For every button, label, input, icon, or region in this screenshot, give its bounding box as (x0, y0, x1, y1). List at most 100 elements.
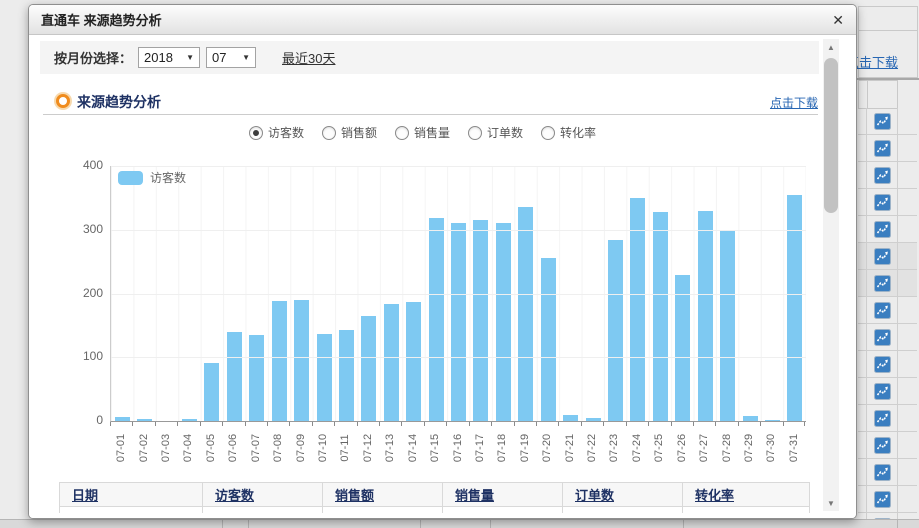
dialog-titlebar: 直通车 来源趋势分析 ✕ (29, 5, 856, 35)
radio-icon[interactable] (249, 126, 263, 140)
y-tick-label: 0 (69, 413, 103, 427)
metric-radio-3[interactable]: 订单数 (468, 124, 523, 141)
metric-radio-4[interactable]: 转化率 (541, 124, 596, 141)
x-axis-label: 07-14 (407, 434, 419, 462)
table-header-1[interactable]: 访客数 (203, 482, 323, 507)
y-tick-label: 300 (69, 222, 103, 236)
table-row (858, 297, 917, 324)
month-select[interactable]: 07 ▼ (206, 47, 256, 68)
orange-ring-icon (56, 94, 70, 108)
x-axis-label: 07-02 (138, 434, 150, 462)
trend-chart-icon[interactable] (866, 405, 898, 431)
close-icon[interactable]: ✕ (832, 13, 844, 27)
bar-07-26 (675, 275, 690, 421)
radio-icon[interactable] (395, 126, 409, 140)
metric-label: 转化率 (560, 124, 596, 141)
table-header-label: 销售量 (455, 488, 494, 503)
x-axis-label: 07-16 (452, 434, 464, 462)
bar-07-15 (429, 218, 444, 421)
metric-radio-2[interactable]: 销售量 (395, 124, 450, 141)
x-axis-label: 07-13 (384, 434, 396, 462)
bar-07-07 (249, 335, 264, 421)
table-header-3[interactable]: 销售量 (443, 482, 563, 507)
metric-radio-0[interactable]: 访客数 (249, 124, 304, 141)
bar-07-20 (541, 258, 556, 421)
trend-chart-icon[interactable] (866, 432, 898, 458)
trend-chart-icon[interactable] (866, 378, 898, 404)
x-axis-label: 07-17 (474, 434, 486, 462)
x-axis-label: 07-29 (743, 434, 755, 462)
table-header-label: 转化率 (695, 488, 734, 503)
bar-07-28 (720, 230, 735, 421)
recent-30-days-link[interactable]: 最近30天 (282, 48, 335, 67)
table-header-label: 日期 (72, 488, 98, 503)
x-axis-labels: 07-0107-0207-0307-0407-0507-0607-0707-08… (110, 422, 805, 474)
page: 点击下载 直通车 来源趋势分析 ✕ 按月份选择： 2018 ▼ 07 ▼ (0, 0, 919, 528)
background-icon-rows (858, 108, 917, 528)
scroll-up-icon[interactable]: ▲ (823, 39, 839, 55)
table-header-5[interactable]: 转化率 (683, 482, 810, 507)
year-select-value: 2018 (144, 50, 173, 65)
x-axis-label: 07-18 (496, 434, 508, 462)
table-header-2[interactable]: 销售额 (323, 482, 443, 507)
bar-07-22 (586, 418, 601, 421)
table-row (858, 135, 917, 162)
radio-icon[interactable] (322, 126, 336, 140)
y-tick-label: 100 (69, 349, 103, 363)
table-row (858, 459, 917, 486)
dialog-scrollbar[interactable]: ▲ ▼ (823, 39, 839, 511)
x-axis-label: 07-27 (698, 434, 710, 462)
bar-07-23 (608, 240, 623, 421)
x-axis-label: 07-22 (586, 434, 598, 462)
trend-chart-icon[interactable] (866, 135, 898, 161)
trend-chart-icon[interactable] (866, 486, 898, 512)
x-axis-label: 07-06 (227, 434, 239, 462)
table-header-label: 销售额 (335, 488, 374, 503)
table-header-label: 访客数 (215, 488, 254, 503)
bar-07-14 (406, 302, 421, 421)
x-axis-label: 07-28 (721, 434, 733, 462)
bar-07-05 (204, 363, 219, 421)
table-row (858, 324, 917, 351)
legend-label: 访客数 (150, 169, 186, 186)
table-header-0[interactable]: 日期 (59, 482, 203, 507)
trend-chart-icon[interactable] (866, 189, 898, 215)
table-row (858, 108, 917, 135)
trend-chart-icon[interactable] (866, 459, 898, 485)
table-row (858, 486, 917, 513)
trend-chart-icon[interactable] (866, 108, 898, 134)
background-cell (858, 6, 918, 31)
scroll-down-icon[interactable]: ▼ (823, 495, 839, 511)
x-axis-label: 07-24 (631, 434, 643, 462)
bar-07-30 (765, 420, 780, 421)
divider (43, 114, 818, 115)
bar-07-24 (630, 198, 645, 421)
bar-07-01 (115, 417, 130, 421)
download-link[interactable]: 点击下载 (770, 94, 818, 111)
month-filter-label: 按月份选择： (54, 48, 132, 67)
radio-icon[interactable] (468, 126, 482, 140)
table-row (858, 351, 917, 378)
x-axis-label: 07-23 (608, 434, 620, 462)
trend-chart-icon[interactable] (866, 216, 898, 242)
trend-chart-icon[interactable] (866, 243, 898, 269)
table-row (858, 378, 917, 405)
section-title: 来源趋势分析 (77, 92, 161, 112)
trend-chart-icon[interactable] (866, 351, 898, 377)
table-row (858, 216, 917, 243)
table-header-4[interactable]: 订单数 (563, 482, 683, 507)
trend-chart-icon[interactable] (866, 324, 898, 350)
y-tick-label: 400 (69, 158, 103, 172)
metric-radio-1[interactable]: 销售额 (322, 124, 377, 141)
background-table-panel: 点击下载 (856, 0, 919, 528)
radio-icon[interactable] (541, 126, 555, 140)
trend-chart-icon[interactable] (866, 162, 898, 188)
dialog-body: 按月份选择： 2018 ▼ 07 ▼ 最近30天 来源趋势分析 点击下载 访客数… (29, 35, 856, 518)
year-select[interactable]: 2018 ▼ (138, 47, 200, 68)
trend-chart-icon[interactable] (866, 270, 898, 296)
metric-label: 销售量 (414, 124, 450, 141)
bar-07-09 (294, 300, 309, 421)
x-axis-label: 07-21 (564, 434, 576, 462)
scrollbar-thumb[interactable] (824, 58, 838, 213)
trend-chart-icon[interactable] (866, 297, 898, 323)
